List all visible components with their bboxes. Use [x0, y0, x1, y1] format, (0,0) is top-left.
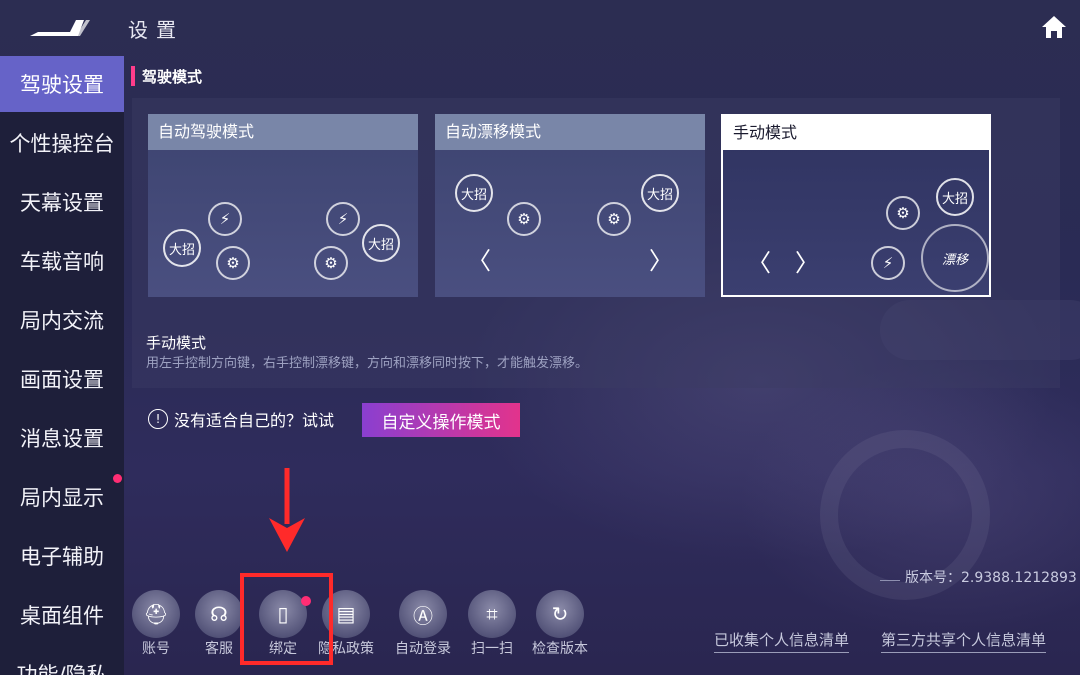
mode-description-title: 手动模式: [146, 334, 207, 352]
refresh-icon: ↻: [536, 590, 584, 638]
mode-card-title: 自动驾驶模式: [148, 114, 418, 150]
version-label: 版本号：2.9388.1212893: [905, 570, 1077, 586]
ultimate-button: 大招: [163, 229, 201, 267]
nitro-icon: ⚙: [216, 246, 250, 280]
mode-card-auto-drive[interactable]: 自动驾驶模式 ⚡ 大招 ⚙ ⚡ ⚙ 大招: [148, 114, 418, 297]
sidebar-item-driving[interactable]: 驾驶设置: [0, 56, 124, 112]
logo-icon: [30, 20, 90, 36]
nitro-icon: ⚙: [886, 196, 920, 230]
toolbar-label: 扫一扫: [471, 641, 513, 657]
toolbar-label: 自动登录: [395, 641, 451, 657]
nitro-icon: ⚙: [597, 202, 631, 236]
helmet-icon: ⛑: [132, 590, 180, 638]
flame-icon: ⚡: [208, 202, 242, 236]
sidebar-item-widgets[interactable]: 桌面组件: [0, 587, 124, 643]
sidebar-item-canopy[interactable]: 天幕设置: [0, 174, 124, 230]
hint-text: 没有适合自己的？试试: [174, 411, 335, 430]
mode-card-title: 手动模式: [723, 116, 989, 150]
custom-mode-button[interactable]: 自定义操作模式: [362, 403, 520, 437]
flame-icon: ⚡: [326, 202, 360, 236]
toolbar-label: 检查版本: [532, 641, 588, 657]
sidebar-badge-dot: [113, 474, 122, 483]
nitro-icon: ⚙: [507, 202, 541, 236]
sidebar-item-chat[interactable]: 局内交流: [0, 292, 124, 348]
sidebar-item-audio[interactable]: 车载音响: [0, 233, 124, 289]
nitro-icon: ⚙: [314, 246, 348, 280]
sidebar-item-graphics[interactable]: 画面设置: [0, 351, 124, 407]
mode-description-text: 用左手控制方向键，右手控制漂移键，方向和漂移同时按下，才能触发漂移。: [146, 356, 589, 371]
sidebar-item-display[interactable]: 局内显示: [0, 469, 124, 525]
sidebar: 驾驶设置 个性操控台 天幕设置 车载音响 局内交流 画面设置 消息设置 局内显示…: [0, 56, 124, 675]
toolbar-auto-login[interactable]: Ⓐ 自动登录: [391, 590, 455, 666]
helmet-auto-icon: Ⓐ: [399, 590, 447, 638]
scan-icon: ⌗: [468, 590, 516, 638]
sidebar-item-console[interactable]: 个性操控台: [0, 115, 124, 171]
top-bar: 设置: [0, 0, 1080, 56]
drift-button: 漂移: [921, 224, 989, 292]
toolbar-scan[interactable]: ⌗ 扫一扫: [460, 590, 524, 666]
steer-left-icon: 〈: [747, 248, 771, 277]
steer-left-icon: 〈: [467, 246, 491, 275]
ultimate-button: 大招: [455, 174, 493, 212]
ultimate-button: 大招: [641, 174, 679, 212]
page-title: 设置: [128, 18, 184, 42]
info-icon: !: [148, 409, 168, 429]
section-marker: [131, 66, 135, 86]
flame-icon: ⚡: [871, 246, 905, 280]
headset-icon: ☊: [195, 590, 243, 638]
sidebar-item-privacy[interactable]: 功能/隐私: [0, 646, 124, 675]
toolbar-check-version[interactable]: ↻ 检查版本: [528, 590, 592, 666]
sidebar-item-messages[interactable]: 消息设置: [0, 410, 124, 466]
toolbar-account[interactable]: ⛑ 账号: [124, 590, 188, 666]
red-arrow-icon: [269, 468, 305, 552]
section-title: 驾驶模式: [142, 68, 203, 86]
home-icon[interactable]: [1040, 14, 1068, 40]
toolbar-label: 账号: [142, 641, 170, 657]
mode-card-title: 自动漂移模式: [435, 114, 705, 150]
steer-right-icon: 〉: [649, 246, 673, 275]
mode-card-manual[interactable]: 手动模式 大招 ⚙ 〈 〉 ⚡ 漂移: [721, 114, 991, 297]
divider: [880, 580, 900, 581]
ultimate-button: 大招: [362, 224, 400, 262]
steer-right-icon: 〉: [795, 248, 819, 277]
shared-info-link[interactable]: 第三方共享个人信息清单: [881, 629, 1047, 653]
custom-mode-hint: ! 没有适合自己的？试试: [148, 407, 334, 431]
mode-card-auto-drift[interactable]: 自动漂移模式 大招 ⚙ 〈 ⚙ 大招 〉: [435, 114, 705, 297]
highlight-box: [240, 573, 333, 665]
sidebar-item-assist[interactable]: 电子辅助: [0, 528, 124, 584]
ultimate-button: 大招: [936, 178, 974, 216]
collected-info-link[interactable]: 已收集个人信息清单: [714, 629, 850, 653]
